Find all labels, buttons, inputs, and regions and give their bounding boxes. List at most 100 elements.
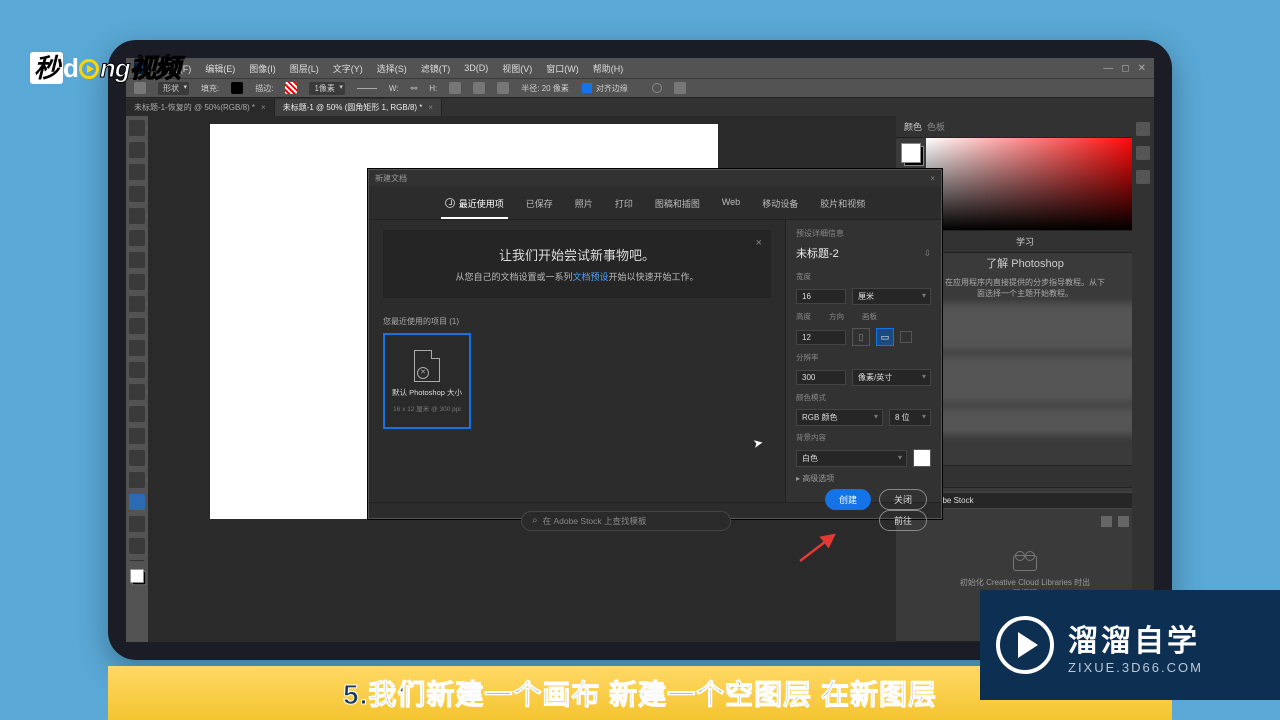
- blur-tool[interactable]: [129, 384, 145, 400]
- resolution-input[interactable]: 300: [796, 370, 846, 385]
- menu-edit[interactable]: 编辑(E): [205, 62, 235, 75]
- window-minimize[interactable]: —: [1103, 63, 1113, 74]
- promo-close-icon[interactable]: ×: [756, 237, 762, 249]
- background-select[interactable]: 白色: [796, 450, 907, 467]
- dlg-tab-photo[interactable]: 照片: [575, 194, 593, 213]
- stamp-tool[interactable]: [129, 296, 145, 312]
- fg-bg-colors[interactable]: [902, 144, 920, 162]
- menu-select[interactable]: 选择(S): [377, 62, 407, 75]
- crop-tool[interactable]: [129, 208, 145, 224]
- strip-icon[interactable]: [1136, 170, 1150, 184]
- window-close[interactable]: ✕: [1138, 63, 1146, 74]
- eraser-tool[interactable]: [129, 340, 145, 356]
- app-screen: Ps 文件(F) 编辑(E) 图像(I) 图层(L) 文字(Y) 选择(S) 滤…: [126, 58, 1154, 642]
- menu-view[interactable]: 视图(V): [502, 62, 532, 75]
- dlg-tab-saved[interactable]: 已保存: [526, 194, 553, 213]
- lib-icon[interactable]: [1101, 516, 1112, 527]
- menu-type[interactable]: 文字(Y): [333, 62, 363, 75]
- type-tool[interactable]: [129, 450, 145, 466]
- close-tab-icon[interactable]: ×: [428, 103, 433, 112]
- brush-tool[interactable]: [129, 274, 145, 290]
- link-wh-icon[interactable]: ⚯: [411, 84, 418, 93]
- close-button[interactable]: 关闭: [879, 489, 927, 510]
- document-tab[interactable]: 未标题-1-恢复的 @ 50%(RGB/8) *×: [126, 99, 275, 116]
- dialog-close-icon[interactable]: ×: [930, 174, 935, 183]
- color-mode-select[interactable]: RGB 颜色: [796, 409, 883, 426]
- align-edges-checkbox[interactable]: [581, 82, 593, 94]
- menu-window[interactable]: 窗口(W): [546, 62, 579, 75]
- orientation-portrait[interactable]: ▯: [852, 328, 870, 346]
- lib-icon[interactable]: [1118, 516, 1129, 527]
- stock-go-button[interactable]: 前往: [879, 510, 927, 531]
- site-url: ZIXUE.3D66.COM: [1068, 660, 1203, 675]
- bit-depth-select[interactable]: 8 位: [889, 409, 931, 426]
- dodge-tool[interactable]: [129, 406, 145, 422]
- color-tab[interactable]: 颜色: [904, 122, 922, 132]
- menu-layer[interactable]: 图层(L): [290, 62, 319, 75]
- document-tab[interactable]: 未标题-1 @ 50% (圆角矩形 1, RGB/8) *×: [275, 99, 442, 116]
- menu-image[interactable]: 图像(I): [249, 62, 276, 75]
- dialog-titlebar[interactable]: 新建文档 ×: [369, 170, 941, 186]
- eyedropper-tool[interactable]: [129, 230, 145, 246]
- create-button[interactable]: 创建: [825, 489, 871, 510]
- align-icon[interactable]: [473, 82, 485, 94]
- swatch-tab[interactable]: 色板: [927, 122, 945, 132]
- shape-tool[interactable]: [129, 494, 145, 510]
- dlg-tab-art[interactable]: 图稿和插图: [655, 194, 700, 213]
- promo-banner: × 让我们开始尝试新事物吧。 从您自己的文档设置或一系列文档预设开始以快速开始工…: [383, 230, 771, 298]
- healing-tool[interactable]: [129, 252, 145, 268]
- preset-link[interactable]: 文档预设: [572, 272, 608, 282]
- marquee-tool[interactable]: [129, 142, 145, 158]
- w-label: W:: [389, 84, 399, 93]
- document-tabs: 未标题-1-恢复的 @ 50%(RGB/8) *× 未标题-1 @ 50% (圆…: [126, 98, 1154, 116]
- dlg-tab-print[interactable]: 打印: [615, 194, 633, 213]
- hand-tool[interactable]: [129, 516, 145, 532]
- stroke-swatch[interactable]: [285, 82, 297, 94]
- dlg-tab-mobile[interactable]: 移动设备: [762, 194, 798, 213]
- advanced-options-toggle[interactable]: 高级选项: [796, 473, 931, 484]
- menu-help[interactable]: 帮助(H): [593, 62, 624, 75]
- foreground-background-colors[interactable]: [131, 570, 144, 583]
- pen-tool[interactable]: [129, 428, 145, 444]
- path-select-tool[interactable]: [129, 472, 145, 488]
- window-maximize[interactable]: ◻: [1121, 63, 1129, 74]
- width-input[interactable]: 16: [796, 289, 846, 304]
- dialog-title: 新建文档: [375, 173, 407, 184]
- arrange-icon[interactable]: [497, 82, 509, 94]
- dlg-tab-web[interactable]: Web: [722, 194, 740, 213]
- learn-tab[interactable]: 学习: [1016, 237, 1034, 247]
- play-icon: [79, 59, 99, 79]
- orientation-landscape[interactable]: ▭: [876, 328, 894, 346]
- height-input[interactable]: 12: [796, 330, 846, 345]
- preset-default-photoshop[interactable]: 默认 Photoshop 大小 16 x 12 厘米 @ 300 ppi: [383, 333, 471, 429]
- magic-wand-tool[interactable]: [129, 186, 145, 202]
- history-brush-tool[interactable]: [129, 318, 145, 334]
- dlg-tab-film[interactable]: 胶片和视频: [820, 194, 865, 213]
- resolution-unit-select[interactable]: 像素/英寸: [852, 369, 931, 386]
- workspace-switcher-icon[interactable]: [674, 82, 686, 94]
- document-name-input[interactable]: 未标题-2: [796, 245, 839, 261]
- width-unit-select[interactable]: 厘米: [852, 288, 931, 305]
- stroke-label: 描边:: [255, 83, 273, 94]
- lasso-tool[interactable]: [129, 164, 145, 180]
- strip-icon[interactable]: [1136, 122, 1150, 136]
- strip-icon[interactable]: [1136, 146, 1150, 160]
- site-name-cn: 溜溜自学: [1068, 616, 1203, 660]
- menu-3d[interactable]: 3D(D): [464, 63, 488, 73]
- artboard-checkbox[interactable]: [900, 331, 912, 343]
- save-preset-icon[interactable]: ⇩: [924, 248, 931, 259]
- fill-swatch[interactable]: [231, 82, 243, 94]
- search-icon[interactable]: [652, 83, 662, 93]
- menu-filter[interactable]: 滤镜(T): [421, 62, 451, 75]
- zoom-tool[interactable]: [129, 538, 145, 554]
- adobe-stock-search[interactable]: 在 Adobe Stock 上查找模板: [521, 511, 731, 531]
- background-color-swatch[interactable]: [913, 449, 931, 467]
- stroke-width-input[interactable]: 1像素: [309, 82, 344, 95]
- move-tool[interactable]: [129, 120, 145, 136]
- dlg-tab-recent[interactable]: 最近使用项: [445, 194, 504, 213]
- path-ops-icon[interactable]: [449, 82, 461, 94]
- stroke-style[interactable]: [357, 88, 377, 89]
- close-tab-icon[interactable]: ×: [261, 103, 266, 112]
- color-picker[interactable]: [926, 138, 1140, 230]
- gradient-tool[interactable]: [129, 362, 145, 378]
